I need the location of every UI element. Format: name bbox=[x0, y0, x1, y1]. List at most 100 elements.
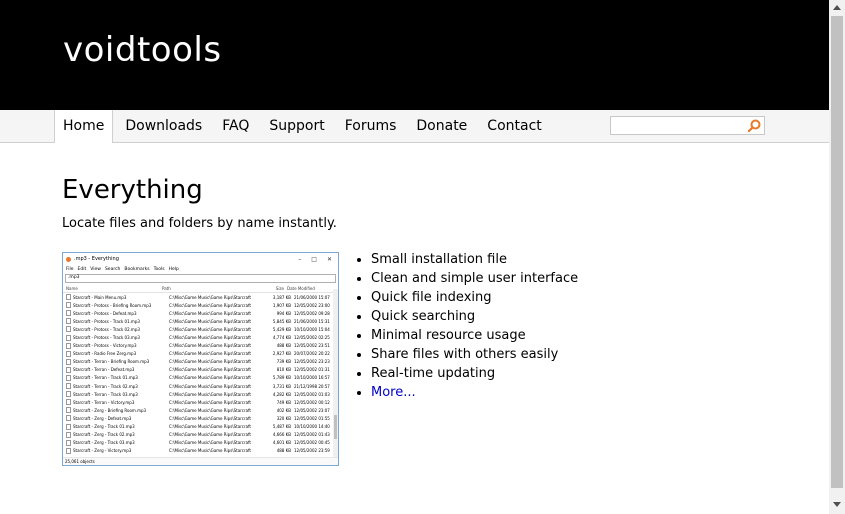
file-icon bbox=[66, 447, 71, 454]
nav-items: Home Downloads FAQ Support Forums Donate Conta… bbox=[54, 110, 554, 143]
column-date-header: Date Modified bbox=[287, 285, 315, 291]
scroll-thumb[interactable] bbox=[831, 16, 843, 488]
file-icon bbox=[66, 310, 71, 317]
result-cell: 810 KB bbox=[276, 367, 291, 373]
screenshot-result-row: Starcraft - Protoss - Briefing Room.mp3 C… bbox=[63, 301, 338, 309]
result-cell: 21/12/1998 20:57 bbox=[294, 383, 330, 389]
site-logo[interactable]: voidtools bbox=[63, 30, 222, 70]
result-cell: 12/05/2002 01:31 bbox=[294, 367, 330, 373]
result-cell: Starcraft - Protoss - Track 01.mp3 bbox=[73, 318, 140, 324]
feature-item: Quick searching bbox=[371, 307, 578, 326]
file-icon bbox=[66, 383, 71, 390]
result-cell: 488 KB bbox=[276, 448, 291, 454]
screenshot-result-row: Starcraft - Terran - Briefing Room.mp3 C:… bbox=[63, 358, 338, 366]
result-cell: 5,789 KB bbox=[272, 375, 291, 381]
everything-app-icon bbox=[66, 256, 71, 262]
screenshot-result-row: Starcraft - Zerg - Defeat.mp3 C:\Misc\Gam… bbox=[63, 414, 338, 422]
feature-item: Quick file indexing bbox=[371, 288, 578, 307]
screenshot-result-row: Starcraft - Protoss - Defeat.mp3 C:\Misc\… bbox=[63, 309, 338, 317]
close-icon: ✕ bbox=[326, 255, 332, 263]
result-cell: Starcraft - Zerg - Track 01.mp3 bbox=[73, 424, 135, 430]
search-input[interactable] bbox=[611, 119, 749, 137]
maximize-icon: □ bbox=[311, 255, 317, 263]
file-icon bbox=[66, 423, 71, 430]
result-cell: 12/05/2002 23:51 bbox=[294, 343, 330, 349]
result-cell: Starcraft - Terran - Victory.mp3 bbox=[73, 399, 135, 405]
result-cell: 12/05/2002 23:00 bbox=[294, 302, 330, 308]
screenshot-result-row: Starcraft - Terran - Track 01.mp3 C:\Misc… bbox=[63, 374, 338, 382]
everything-screenshot: .mp3 - Everything – □ ✕ File Edit View Sear… bbox=[62, 252, 339, 466]
result-cell: 739 KB bbox=[276, 359, 291, 365]
feature-item: Minimal resource usage bbox=[371, 326, 578, 345]
scroll-down-arrow-icon[interactable] bbox=[833, 502, 841, 507]
result-cell: 4,282 KB bbox=[272, 391, 291, 397]
result-cell: Starcraft - Zerg - Victory.mp3 bbox=[73, 448, 132, 454]
result-cell: 10/10/2000 15:04 bbox=[294, 326, 330, 332]
nav-item-support[interactable]: Support bbox=[261, 110, 332, 142]
nav-item-downloads[interactable]: Downloads bbox=[117, 110, 210, 142]
result-cell: C:\Misc\Game Music\Game Rips\Starcraft bbox=[169, 302, 251, 308]
scroll-up-arrow-icon[interactable] bbox=[833, 5, 841, 10]
feature-item: Real-time updating bbox=[371, 364, 578, 383]
result-cell: 12/05/2002 23:23 bbox=[294, 359, 330, 365]
file-icon bbox=[66, 358, 71, 365]
result-cell: Starcraft - Zerg - Defeat.mp3 bbox=[73, 415, 132, 421]
result-cell: C:\Misc\Game Music\Game Rips\Starcraft bbox=[169, 440, 251, 446]
result-cell: 12/05/2002 23:07 bbox=[294, 407, 330, 413]
feature-list: Small installation fileClean and simple … bbox=[353, 250, 578, 402]
screenshot-results-list: Starcraft - Main Menu.mp3 C:\Misc\Game Mu… bbox=[63, 293, 338, 455]
screenshot-window-title: .mp3 - Everything bbox=[74, 256, 119, 262]
feature-item: More... bbox=[371, 383, 578, 402]
more-link[interactable]: More... bbox=[371, 385, 416, 400]
result-cell: 749 KB bbox=[276, 399, 291, 405]
result-cell: 12/05/2002 01:43 bbox=[294, 432, 330, 438]
nav-item-forums[interactable]: Forums bbox=[337, 110, 405, 142]
result-cell: Starcraft - Protoss - Defeat.mp3 bbox=[73, 310, 137, 316]
result-cell: C:\Misc\Game Music\Game Rips\Starcraft bbox=[169, 391, 251, 397]
screenshot-result-row: Starcraft - Zerg - Track 01.mp3 C:\Misc\G… bbox=[63, 423, 338, 431]
result-cell: C:\Misc\Game Music\Game Rips\Starcraft bbox=[169, 383, 251, 389]
result-cell: 5,845 KB bbox=[272, 318, 291, 324]
result-cell: 2,927 KB bbox=[272, 351, 291, 357]
result-cell: 4,666 KB bbox=[272, 432, 291, 438]
result-cell: 488 KB bbox=[276, 343, 291, 349]
result-cell: C:\Misc\Game Music\Game Rips\Starcraft bbox=[169, 432, 251, 438]
nav-item-home[interactable]: Home bbox=[54, 110, 114, 143]
result-cell: 12/05/2002 00:45 bbox=[294, 440, 330, 446]
screenshot-titlebar: .mp3 - Everything – □ ✕ bbox=[63, 253, 338, 265]
screenshot-status-bar: 25,061 objects bbox=[63, 457, 338, 465]
page-title: Everything bbox=[62, 175, 203, 205]
screenshot-result-row: Starcraft - Zerg - Track 03.mp3 C:\Misc\G… bbox=[63, 439, 338, 447]
nav-item-contact[interactable]: Contact bbox=[479, 110, 549, 142]
column-size-header: Size bbox=[275, 285, 284, 291]
result-cell: Starcraft - Terran - Defeat.mp3 bbox=[73, 367, 135, 373]
result-cell: C:\Misc\Game Music\Game Rips\Starcraft bbox=[169, 294, 251, 300]
page-scrollbar[interactable] bbox=[829, 0, 845, 514]
screenshot-menubar: File Edit View Search Bookmarks Tools Help bbox=[63, 265, 338, 273]
search-icon[interactable] bbox=[748, 119, 761, 132]
page-subtitle: Locate files and folders by name instant… bbox=[62, 216, 337, 231]
nav-item-faq[interactable]: FAQ bbox=[214, 110, 257, 142]
file-icon bbox=[66, 431, 71, 438]
result-cell: Starcraft - Protoss - Briefing Room.mp3 bbox=[73, 302, 152, 308]
screenshot-result-row: Starcraft - Main Menu.mp3 C:\Misc\Game Mu… bbox=[63, 293, 338, 301]
result-cell: C:\Misc\Game Music\Game Rips\Starcraft bbox=[169, 415, 251, 421]
result-cell: C:\Misc\Game Music\Game Rips\Starcraft bbox=[169, 326, 251, 332]
file-icon bbox=[66, 350, 71, 357]
result-cell: 21/06/2000 15:07 bbox=[294, 294, 330, 300]
feature-item: Small installation file bbox=[371, 250, 578, 269]
screenshot-search-field: .mp3 bbox=[65, 274, 336, 283]
file-icon bbox=[66, 399, 71, 406]
result-cell: 402 KB bbox=[276, 407, 291, 413]
result-cell: Starcraft - Protoss - Victory.mp3 bbox=[73, 343, 137, 349]
result-cell: C:\Misc\Game Music\Game Rips\Starcraft bbox=[169, 407, 251, 413]
screenshot-menu-item: View bbox=[90, 266, 101, 272]
feature-item: Clean and simple user interface bbox=[371, 269, 578, 288]
result-cell: C:\Misc\Game Music\Game Rips\Starcraft bbox=[169, 375, 251, 381]
result-cell: C:\Misc\Game Music\Game Rips\Starcraft bbox=[169, 424, 251, 430]
result-cell: Starcraft - Terran - Briefing Room.mp3 bbox=[73, 359, 150, 365]
nav-item-donate[interactable]: Donate bbox=[408, 110, 475, 142]
file-icon bbox=[66, 407, 71, 414]
screenshot-result-row: Starcraft - Terran - Track 02.mp3 C:\Misc… bbox=[63, 382, 338, 390]
column-path-header: Path bbox=[162, 285, 171, 291]
